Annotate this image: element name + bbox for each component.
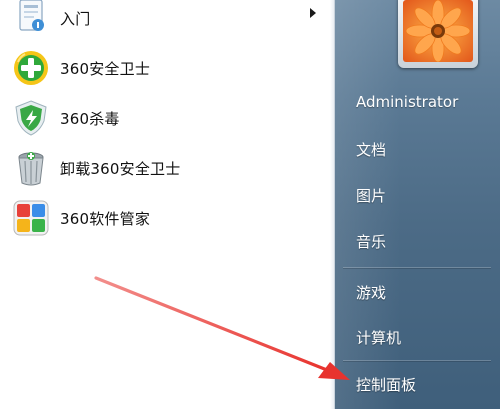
360-antivirus-icon [12,99,50,137]
flower-avatar-icon [403,0,473,62]
uninstall-trash-icon [12,149,50,187]
menu-item-360-safeguard[interactable]: 360安全卫士 [8,46,326,90]
menu-item-360-antivirus[interactable]: 360杀毒 [8,96,326,140]
menu-item-label: 入门 [60,9,91,28]
menu-item-label: 360杀毒 [60,109,120,128]
menu-item-360-software-manager[interactable]: 360软件管家 [8,196,326,240]
360-software-manager-icon [12,199,50,237]
pane-divider [330,0,334,409]
computer-link[interactable]: 计算机 [356,327,401,348]
right-separator [343,267,491,268]
documents-link[interactable]: 文档 [356,139,386,160]
programs-pane: 入门 360安全卫士 360杀毒 卸载360安全卫士 360软件管家 [0,0,335,409]
getting-started-icon [12,0,50,36]
games-link[interactable]: 游戏 [356,282,386,303]
pictures-link[interactable]: 图片 [356,185,386,206]
menu-item-getting-started[interactable]: 入门 [8,0,326,40]
user-avatar[interactable] [398,0,478,68]
right-separator [343,360,491,361]
menu-item-label: 卸载360安全卫士 [60,159,181,178]
menu-item-label: 360软件管家 [60,209,151,228]
submenu-arrow-icon [310,8,316,18]
control-panel-link[interactable]: 控制面板 [356,374,416,395]
user-name-link[interactable]: Administrator [356,93,458,111]
menu-item-uninstall-360[interactable]: 卸载360安全卫士 [8,146,326,190]
music-link[interactable]: 音乐 [356,231,386,252]
menu-item-label: 360安全卫士 [60,59,151,78]
360-safeguard-icon [12,49,50,87]
